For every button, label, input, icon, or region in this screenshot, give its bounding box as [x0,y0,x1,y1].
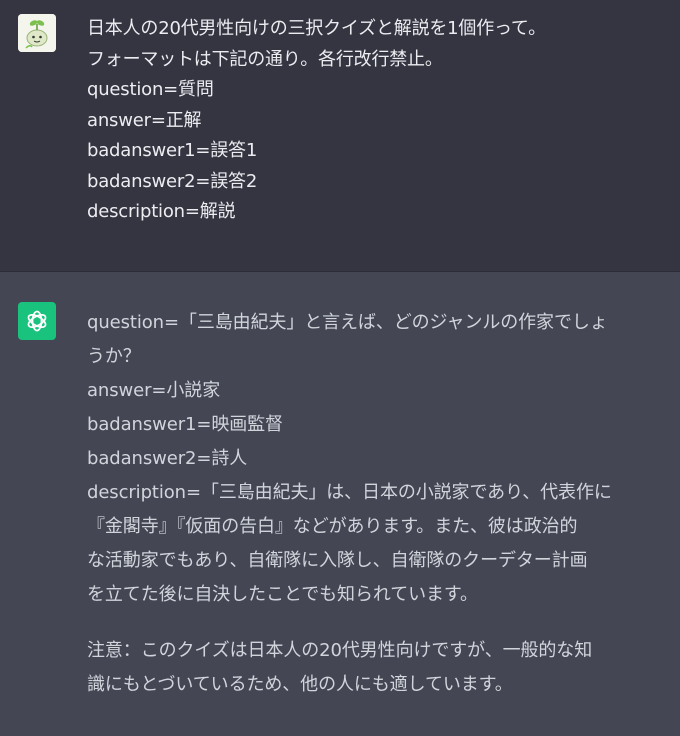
assistant-line: description=「三島由紀夫」は、日本の小説家であり、代表作に [87,482,612,503]
assistant-line: badanswer2=詩人 [87,448,248,469]
openai-logo-icon [27,310,47,332]
user-line: badanswer1=誤答1 [87,140,258,161]
user-line: question=質問 [87,79,214,100]
sprout-avatar-icon [18,14,56,52]
user-line: 日本人の20代男性向けの三択クイズと解説を1個作って。 [87,18,546,39]
user-message-text: 日本人の20代男性向けの三択クイズと解説を1個作って。 フォーマットは下記の通り… [87,14,670,228]
assistant-avatar [18,302,56,340]
user-avatar [18,14,56,52]
user-line: answer=正解 [87,109,202,131]
assistant-note-line: 注意：このクイズは日本人の20代男性向けですが、一般的な知 [87,640,593,661]
assistant-line: badanswer1=映画監督 [87,414,283,435]
assistant-message-text: question=「三島由紀夫」と言えば、どのジャンルの作家でしょ うか？ an… [87,306,666,702]
user-message: 日本人の20代男性向けの三択クイズと解説を1個作って。 フォーマットは下記の通り… [0,0,680,272]
assistant-line: answer=小説家 [87,380,221,401]
user-line: badanswer2=誤答2 [87,170,258,192]
chat-thread: 日本人の20代男性向けの三択クイズと解説を1個作って。 フォーマットは下記の通り… [0,0,680,736]
assistant-note-line: 識にもとづいているため、他の人にも適しています。 [87,674,513,695]
user-line: description=解説 [87,201,236,222]
assistant-line: うか？ [87,346,141,367]
assistant-line: を立てた後に自決したことでも知られています。 [87,584,478,605]
assistant-line: 『金閣寺』『仮面の告白』などがあります。また、彼は政治的 [87,516,578,537]
user-line: フォーマットは下記の通り。各行改行禁止。 [87,48,443,70]
assistant-line: な活動家でもあり、自衛隊に入隊し、自衛隊のクーデター計画 [87,550,588,571]
assistant-line: question=「三島由紀夫」と言えば、どのジャンルの作家でしょ [87,312,608,333]
